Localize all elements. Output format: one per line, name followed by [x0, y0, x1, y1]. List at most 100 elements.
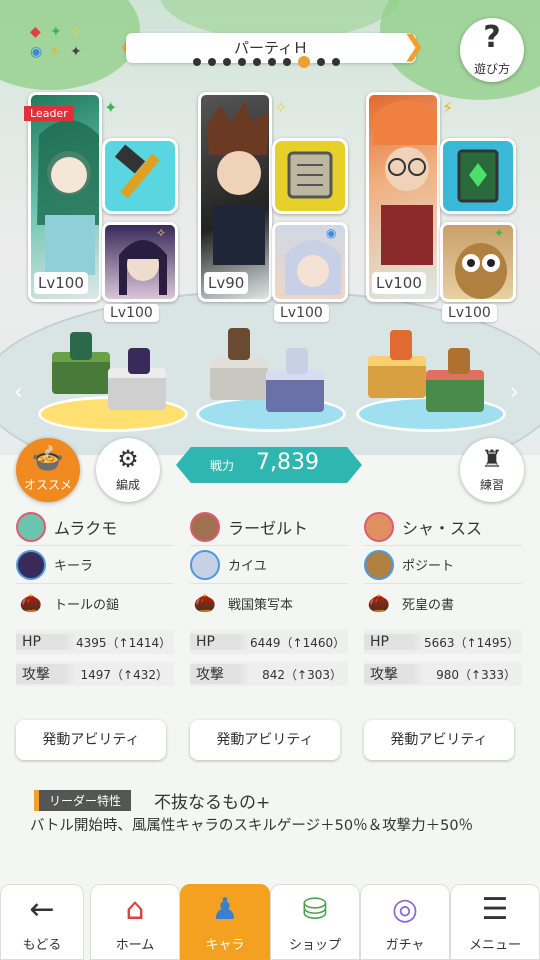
chibi-character[interactable]: [448, 348, 470, 374]
acorn-icon: 🌰: [19, 592, 43, 614]
avatar: [16, 511, 46, 542]
sub-character-name: ポジート: [402, 559, 455, 574]
nav-gacha[interactable]: ◎ ガチャ: [360, 884, 450, 960]
grass-block: [426, 370, 484, 412]
main-character-portrait[interactable]: [198, 92, 272, 302]
nav-shop[interactable]: ⛁ ショップ: [270, 884, 360, 960]
main-character-portrait[interactable]: [366, 92, 440, 302]
scroll-left-arrow-icon[interactable]: ‹: [14, 380, 23, 405]
bottom-navigation: ← もどる ⌂ ホーム ♟ キャラ ⛁ ショップ ◎ ガチャ ☰ メニュー: [0, 884, 540, 960]
nav-menu[interactable]: ☰ メニュー: [450, 884, 540, 960]
next-party-chevron-icon[interactable]: ❯: [402, 31, 425, 61]
party-slot-2[interactable]: ✧ Lv90 ◉ Lv100: [198, 92, 348, 322]
formation-button[interactable]: ⚙ 編成: [96, 438, 160, 502]
character-icon: ♟: [211, 892, 239, 927]
formation-gear-icon: ⚙: [117, 445, 139, 473]
sub-character-name: キーラ: [54, 559, 94, 574]
hp-stat: HP 6449（↑1460）: [190, 630, 348, 654]
thunder-element-icon: ⚡: [442, 98, 454, 117]
page-dot[interactable]: [268, 58, 276, 66]
page-dot[interactable]: [208, 58, 216, 66]
sub-level: Lv100: [104, 304, 159, 322]
nav-character[interactable]: ♟ キャラ: [180, 884, 270, 960]
gacha-icon: ◎: [391, 892, 419, 927]
page-dot[interactable]: [317, 58, 325, 66]
light-element-icon: ✧: [274, 98, 288, 117]
hp-stat: HP 4395（↑1414）: [16, 630, 174, 654]
equipment-slot[interactable]: [440, 138, 516, 214]
sub-character-row[interactable]: カイユ: [190, 546, 348, 584]
hp-stat: HP 5663（↑1495）: [364, 630, 522, 654]
item-row[interactable]: 🌰 トールの鎚: [16, 584, 174, 622]
sub-character-portrait[interactable]: [272, 222, 348, 302]
avatar: [364, 549, 394, 580]
stone-block: [266, 370, 324, 412]
page-dot[interactable]: [223, 58, 231, 66]
party-page-dots: [193, 56, 340, 68]
training-dummy-icon: ♜: [481, 445, 503, 473]
avatar: [16, 549, 46, 580]
chibi-character[interactable]: [286, 348, 308, 374]
page-dot-active[interactable]: [298, 56, 310, 68]
chibi-character[interactable]: [70, 332, 92, 360]
power-label: 戦力: [210, 459, 235, 473]
main-character-row[interactable]: ムラクモ: [16, 508, 174, 546]
help-button[interactable]: ? 遊び方: [460, 18, 524, 82]
sub-character-portrait[interactable]: [102, 222, 178, 302]
menu-icon: ☰: [481, 892, 509, 927]
main-character-row[interactable]: ラーゼルト: [190, 508, 348, 546]
practice-button[interactable]: ♜ 練習: [460, 438, 524, 502]
main-character-portrait[interactable]: [28, 92, 102, 302]
character-art-icon: [373, 100, 437, 265]
character-art-icon: [37, 120, 99, 275]
hp-value: 5663（↑1495）: [424, 635, 520, 650]
chibi-character[interactable]: [128, 348, 150, 374]
sub-character-row[interactable]: キーラ: [16, 546, 174, 584]
page-dot[interactable]: [238, 58, 246, 66]
main-level: Lv90: [204, 272, 249, 294]
party-slot-1[interactable]: Leader ✦ Lv100 ✧ Lv100: [24, 92, 178, 322]
chibi-character[interactable]: [390, 330, 412, 360]
stone-block: [210, 358, 268, 400]
owl-icon: [455, 243, 507, 299]
sub-character-row[interactable]: ポジート: [364, 546, 522, 584]
item-row[interactable]: 🌰 死皇の書: [364, 584, 522, 622]
light-element-icon: ✧: [156, 226, 167, 240]
hp-value: 4395（↑1414）: [76, 635, 172, 650]
nav-back[interactable]: ← もどる: [0, 884, 84, 960]
page-dot[interactable]: [332, 58, 340, 66]
leader-skill-label: リーダー特性: [34, 790, 132, 811]
page-dot[interactable]: [253, 58, 261, 66]
info-column-1: ムラクモ キーラ 🌰 トールの鎚 HP 4395（↑1414） 攻撃 1497（↑43…: [16, 508, 174, 686]
recommend-button[interactable]: 🍲 オススメ: [16, 438, 80, 502]
hp-label: HP: [364, 634, 424, 650]
main-character-row[interactable]: シャ・スス: [364, 508, 522, 546]
scroll-right-arrow-icon[interactable]: ›: [510, 380, 519, 405]
main-level: Lv100: [372, 272, 426, 294]
page-dot[interactable]: [283, 58, 291, 66]
hp-value: 6449（↑1460）: [250, 635, 346, 650]
nav-label: ショップ: [288, 938, 341, 953]
party-slot-3[interactable]: ⚡ Lv100 ✦ Lv100: [366, 92, 516, 322]
element-filter-icons[interactable]: ◆ ✦ ✧ ◉ ⚡ ✦: [26, 22, 96, 72]
nav-home[interactable]: ⌂ ホーム: [90, 884, 180, 960]
ability-button-2[interactable]: 発動アビリティ: [190, 720, 340, 760]
home-icon: ⌂: [125, 892, 145, 927]
scroll-book-icon: [287, 151, 333, 199]
formation-label: 編成: [115, 478, 140, 492]
wind-element-icon: ✦: [104, 98, 118, 117]
item-row[interactable]: 🌰 戦国策写本: [190, 584, 348, 622]
ability-button-3[interactable]: 発動アビリティ: [364, 720, 514, 760]
nav-label: もどる: [22, 938, 62, 953]
wind-element-icon: ✦: [494, 226, 505, 240]
sub-character-portrait[interactable]: [440, 222, 516, 302]
item-name: トールの鎚: [54, 597, 120, 613]
back-arrow-icon: ←: [29, 892, 55, 927]
equipment-slot[interactable]: [102, 138, 178, 214]
equipment-slot[interactable]: [272, 138, 348, 214]
character-art-icon: [207, 101, 269, 265]
page-dot[interactable]: [193, 58, 201, 66]
ability-button-1[interactable]: 発動アビリティ: [16, 720, 166, 760]
hp-label: HP: [16, 634, 76, 650]
chibi-character[interactable]: [228, 328, 250, 360]
